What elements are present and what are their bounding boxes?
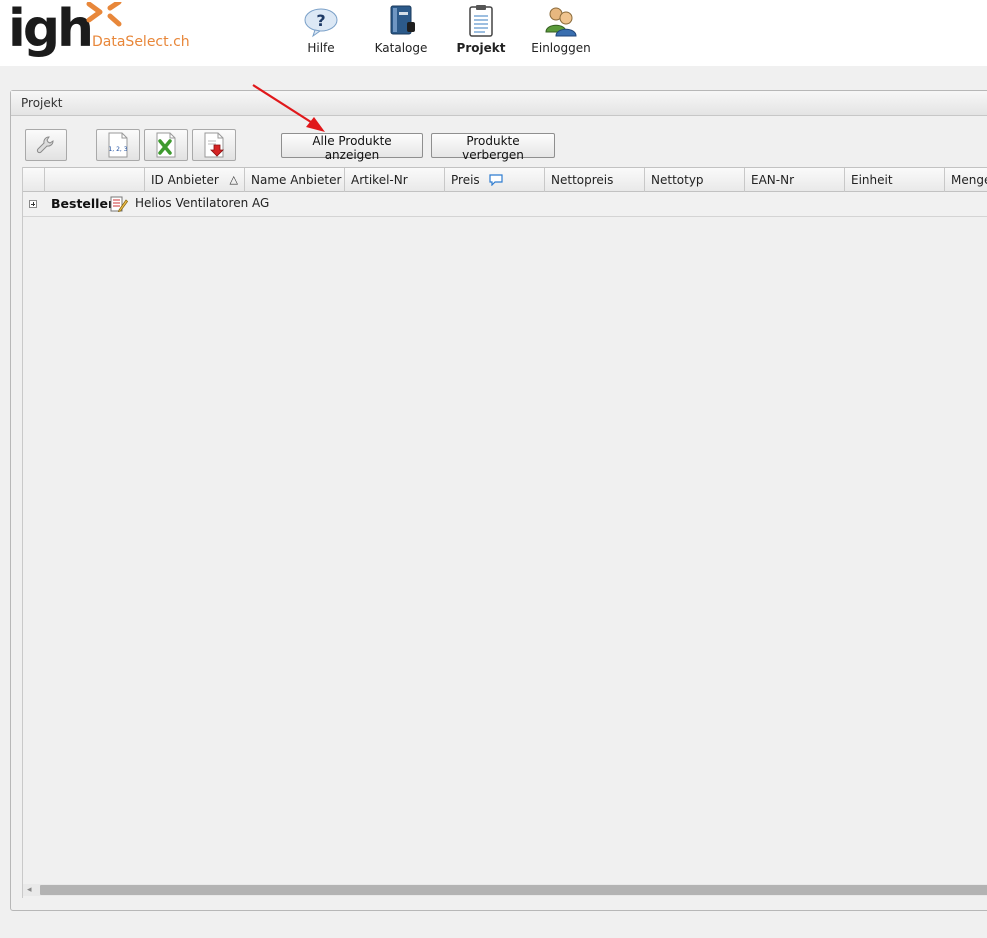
nav-kataloge[interactable]: Kataloge — [365, 4, 437, 64]
nav-hilfe[interactable]: ? Hilfe — [285, 4, 357, 64]
column-label: EAN-Nr — [751, 173, 795, 187]
column-header-name-anbieter[interactable]: Name Anbieter — [245, 168, 345, 192]
edit-list-icon[interactable] — [110, 196, 128, 212]
nav-label: Hilfe — [307, 41, 335, 55]
column-header-blank[interactable] — [45, 168, 145, 192]
pdf-download-button[interactable] — [192, 129, 236, 161]
scrollbar-thumb[interactable] — [40, 885, 987, 895]
expand-icon[interactable] — [29, 200, 37, 208]
nav-projekt[interactable]: Projekt — [445, 4, 517, 64]
column-label: Preis — [451, 173, 480, 187]
group-title: Bestellen — [51, 196, 117, 211]
catalog-book-icon — [390, 5, 415, 35]
column-label: ID Anbieter — [151, 173, 219, 187]
column-header-expander — [23, 168, 45, 192]
excel-document-icon — [156, 132, 176, 158]
clipboard-icon — [469, 5, 493, 37]
top-bar: igh DataSelect.ch ? Hilfe Kataloge Proje… — [0, 0, 987, 66]
users-icon — [545, 7, 577, 37]
nav-label: Projekt — [456, 41, 506, 55]
logo-subtitle: DataSelect.ch — [92, 34, 190, 50]
column-header-einheit[interactable]: Einheit — [845, 168, 945, 192]
logo-brand: igh — [8, 0, 94, 59]
column-header-artikel-nr[interactable]: Artikel-Nr — [345, 168, 445, 192]
nav-label: Einloggen — [531, 41, 591, 55]
column-label: Nettopreis — [551, 173, 614, 187]
sort-ascending-icon: △ — [229, 173, 238, 186]
column-label: Menge — [951, 173, 987, 187]
group-row[interactable]: Bestellen Helios Ventilatoren AG — [23, 192, 987, 217]
help-icon: ? — [304, 8, 338, 38]
column-header-id-anbieter[interactable]: ID Anbieter △ — [145, 168, 245, 192]
horizontal-scrollbar[interactable]: ◂ — [23, 884, 987, 896]
show-all-products-button[interactable]: Alle Produkte anzeigen — [281, 133, 423, 162]
nav-label: Kataloge — [374, 41, 428, 55]
column-header-preis[interactable]: Preis — [445, 168, 545, 192]
panel-title: Projekt — [11, 91, 987, 116]
project-panel: Projekt 1, 2, 3 Alle Produkte anzeigen P… — [10, 90, 987, 911]
comment-icon[interactable] — [489, 174, 503, 186]
numbered-document-icon: 1, 2, 3 — [108, 132, 128, 158]
logo-chevron-icon — [86, 2, 122, 27]
wrench-icon — [36, 136, 54, 154]
numbering-button[interactable]: 1, 2, 3 — [96, 129, 140, 161]
column-label: Name Anbieter — [251, 173, 342, 187]
nav-einloggen[interactable]: Einloggen — [525, 4, 597, 64]
column-label: Artikel-Nr — [351, 173, 408, 187]
download-document-icon — [204, 132, 224, 158]
column-header-nettopreis[interactable]: Nettopreis — [545, 168, 645, 192]
svg-text:?: ? — [316, 11, 325, 30]
numbering-icon-text: 1, 2, 3 — [108, 146, 127, 153]
settings-button[interactable] — [25, 129, 67, 161]
column-header-menge[interactable]: Menge — [945, 168, 987, 192]
logo[interactable]: igh DataSelect.ch — [8, 0, 208, 64]
column-label: Einheit — [851, 173, 893, 187]
column-header-ean-nr[interactable]: EAN-Nr — [745, 168, 845, 192]
grid-header: ID Anbieter △ Name Anbieter Artikel-Nr P… — [23, 167, 987, 192]
column-header-nettotyp[interactable]: Nettotyp — [645, 168, 745, 192]
excel-export-button[interactable] — [144, 129, 188, 161]
hide-products-button[interactable]: Produkte verbergen — [431, 133, 555, 162]
scroll-left-icon[interactable]: ◂ — [27, 885, 32, 895]
product-grid: ID Anbieter △ Name Anbieter Artikel-Nr P… — [22, 167, 987, 898]
group-supplier-name: Helios Ventilatoren AG — [135, 196, 270, 210]
column-label: Nettotyp — [651, 173, 704, 187]
